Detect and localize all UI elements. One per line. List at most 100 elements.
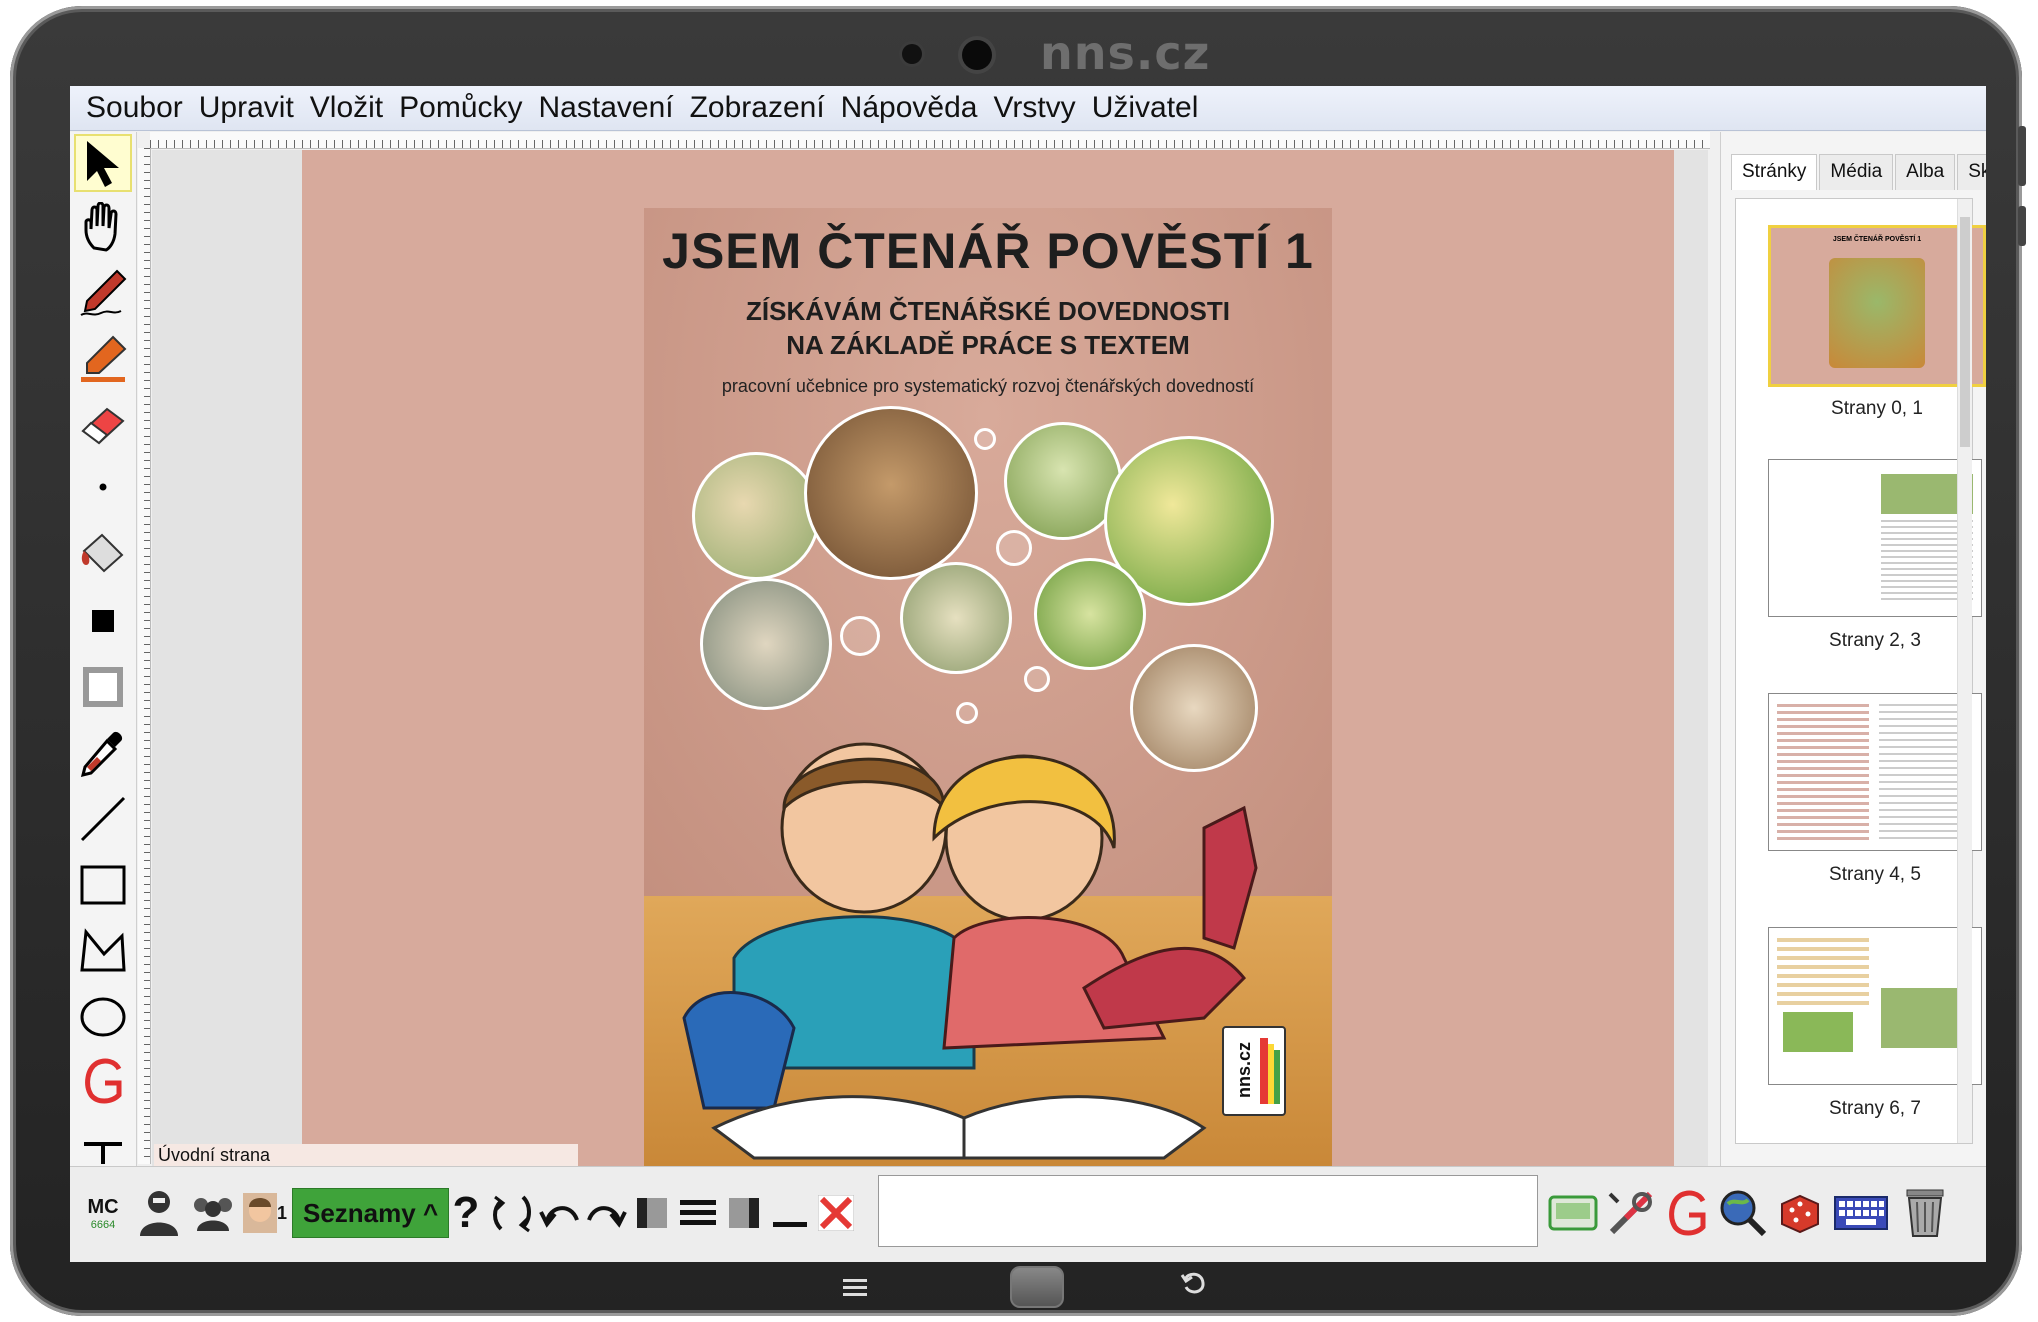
text-icon[interactable] (74, 1118, 132, 1164)
canvas-area[interactable]: JSEM ČTENÁŘ POVĚSTÍ 1 ZÍSKÁVÁM ČTENÁŘSKÉ… (152, 150, 1708, 1166)
sensor-icon (902, 44, 922, 64)
rectangle-icon[interactable] (74, 856, 132, 914)
menu-vrstvy[interactable]: Vrstvy (993, 91, 1075, 125)
page-name-label: Úvodní strana (154, 1144, 578, 1166)
panel-right-icon[interactable] (724, 1183, 764, 1243)
seznamy-button[interactable]: Seznamy ^ (292, 1183, 450, 1243)
undo-icon[interactable] (538, 1183, 582, 1243)
dice-icon[interactable] (1774, 1183, 1828, 1243)
thought-dot (974, 428, 996, 450)
illustration-bubble (1034, 558, 1146, 670)
menu-lines-icon[interactable] (678, 1183, 718, 1243)
page-spread[interactable]: JSEM ČTENÁŘ POVĚSTÍ 1 ZÍSKÁVÁM ČTENÁŘSKÉ… (302, 150, 1674, 1166)
thumbnail-label: Strany 2, 3 (1829, 630, 1921, 651)
hardware-menu-icon[interactable] (842, 1277, 868, 1302)
highlighter-icon[interactable] (74, 330, 132, 388)
publisher-logo: nns.cz (1222, 1026, 1286, 1116)
student-count: 1 (276, 1202, 287, 1223)
thumbnail-preview-text (1777, 704, 1869, 840)
thumbnail-preview-text (1777, 938, 1869, 1008)
thought-dot (996, 530, 1032, 566)
menu-bar: Soubor Upravit Vložit Pomůcky Nastavení … (70, 86, 1986, 131)
menu-upravit[interactable]: Upravit (199, 91, 294, 125)
line-icon[interactable] (74, 790, 132, 848)
horizontal-ruler (150, 132, 1710, 149)
cover-description: pracovní učebnice pro systematický rozvo… (721, 376, 1255, 396)
thumbnail-mini-title: JSEM ČTENÁŘ POVĚSTÍ 1 (1832, 236, 1922, 243)
page-thumbnail[interactable]: Strany 2, 3 (1768, 459, 1982, 651)
command-input-area[interactable] (878, 1175, 1538, 1247)
keyboard-icon[interactable] (1832, 1183, 1890, 1243)
mc-badge[interactable]: MC 6664 (78, 1183, 128, 1243)
help-button[interactable]: ? (446, 1183, 486, 1243)
geogebra-icon[interactable] (74, 1052, 132, 1110)
eyedropper-icon[interactable] (74, 724, 132, 782)
menu-napoveda[interactable]: Nápověda (841, 91, 978, 125)
redo-icon[interactable] (584, 1183, 628, 1243)
hardware-side-button (2018, 126, 2026, 186)
tab-alba[interactable]: Alba (1895, 154, 1956, 190)
menu-zobrazeni[interactable]: Zobrazení (690, 91, 825, 125)
thumbnail-label: Strany 4, 5 (1829, 864, 1921, 885)
scrollbar-thumb[interactable] (1960, 217, 1970, 447)
menu-nastaveni[interactable]: Nastavení (539, 91, 674, 125)
thumbnail-preview-image (1829, 258, 1925, 368)
logo-text: nns.cz (1234, 1042, 1254, 1098)
illustration-bubble (804, 406, 978, 580)
geogebra-icon[interactable] (1662, 1183, 1712, 1243)
page-thumbnail-list[interactable]: JSEM ČTENÁŘ POVĚSTÍ 1 Strany 0, 1 Strany… (1735, 198, 1986, 1144)
thumbnail-label: Strany 0, 1 (1831, 398, 1923, 419)
eraser-icon[interactable] (74, 396, 132, 454)
bottom-toolbar: MC 6664 1 Seznamy ^ ? (70, 1166, 1986, 1262)
brand-logo: nns.cz (1040, 26, 1211, 80)
fill-bucket-icon[interactable] (74, 524, 132, 582)
hardware-back-icon[interactable] (1180, 1269, 1208, 1302)
globe-search-icon[interactable] (1716, 1183, 1770, 1243)
menu-vlozit[interactable]: Vložit (310, 91, 383, 125)
hollow-square-icon[interactable] (74, 658, 132, 716)
tablet-keyboard-icon[interactable] (1546, 1183, 1600, 1243)
hand-icon[interactable] (74, 198, 132, 256)
group-icon[interactable] (188, 1183, 238, 1243)
tablet-frame: nns.cz Soubor Upravit Vložit Pomůcky Nas… (10, 6, 2026, 1316)
trash-icon[interactable] (1898, 1183, 1952, 1243)
cover-subtitle: ZÍSKÁVÁM ČTENÁŘSKÉ DOVEDNOSTI NA ZÁKLADĚ… (746, 296, 1230, 360)
seznamy-label: Seznamy ^ (292, 1188, 450, 1238)
thumbnail-preview-image (1783, 1012, 1853, 1052)
close-icon[interactable] (814, 1183, 858, 1243)
page-thumbnail[interactable]: Strany 4, 5 (1768, 693, 1982, 885)
student-avatar[interactable]: 1 (242, 1183, 288, 1243)
hardware-home-button[interactable] (1010, 1266, 1064, 1308)
minimize-icon[interactable] (770, 1183, 810, 1243)
tab-stranky[interactable]: Stránky (1731, 154, 1818, 190)
pen-icon[interactable] (74, 264, 132, 322)
tab-skupiny[interactable]: Skupiny (1957, 154, 1986, 190)
illustration-bubble (900, 562, 1012, 674)
tool-palette (70, 132, 137, 1167)
refresh-icon[interactable] (488, 1183, 536, 1243)
user-icon[interactable] (134, 1183, 184, 1243)
app-screen: Soubor Upravit Vložit Pomůcky Nastavení … (70, 86, 1986, 1262)
polygon-icon[interactable] (74, 922, 132, 980)
page-thumbnail[interactable]: JSEM ČTENÁŘ POVĚSTÍ 1 Strany 0, 1 (1768, 225, 1986, 419)
tools-icon[interactable] (1604, 1183, 1658, 1243)
dot-icon[interactable] (74, 458, 132, 516)
menu-pomucky[interactable]: Pomůcky (399, 91, 522, 125)
menu-uzivatel[interactable]: Uživatel (1092, 91, 1199, 125)
vertical-ruler (138, 148, 151, 1164)
book-cover: JSEM ČTENÁŘ POVĚSTÍ 1 ZÍSKÁVÁM ČTENÁŘSKÉ… (644, 208, 1332, 1166)
thumbnail-label: Strany 6, 7 (1829, 1098, 1921, 1119)
filled-square-icon[interactable] (74, 592, 132, 650)
camera-icon (962, 40, 992, 70)
ellipse-icon[interactable] (74, 988, 132, 1046)
thumbnail-scrollbar[interactable] (1957, 199, 1972, 1143)
menu-soubor[interactable]: Soubor (86, 91, 183, 125)
pages-panel: Stránky Média Alba Skupiny JSEM ČTENÁŘ P… (1720, 132, 1986, 1166)
tab-media[interactable]: Média (1819, 154, 1894, 190)
page-thumbnail[interactable]: Strany 6, 7 (1768, 927, 1982, 1119)
arrow-pointer-icon[interactable] (74, 134, 132, 192)
hardware-side-button (2018, 206, 2026, 246)
panel-tabs: Stránky Média Alba Skupiny (1731, 154, 1986, 190)
cover-title: JSEM ČTENÁŘ POVĚSTÍ 1 (662, 223, 1314, 279)
panel-left-icon[interactable] (632, 1183, 672, 1243)
